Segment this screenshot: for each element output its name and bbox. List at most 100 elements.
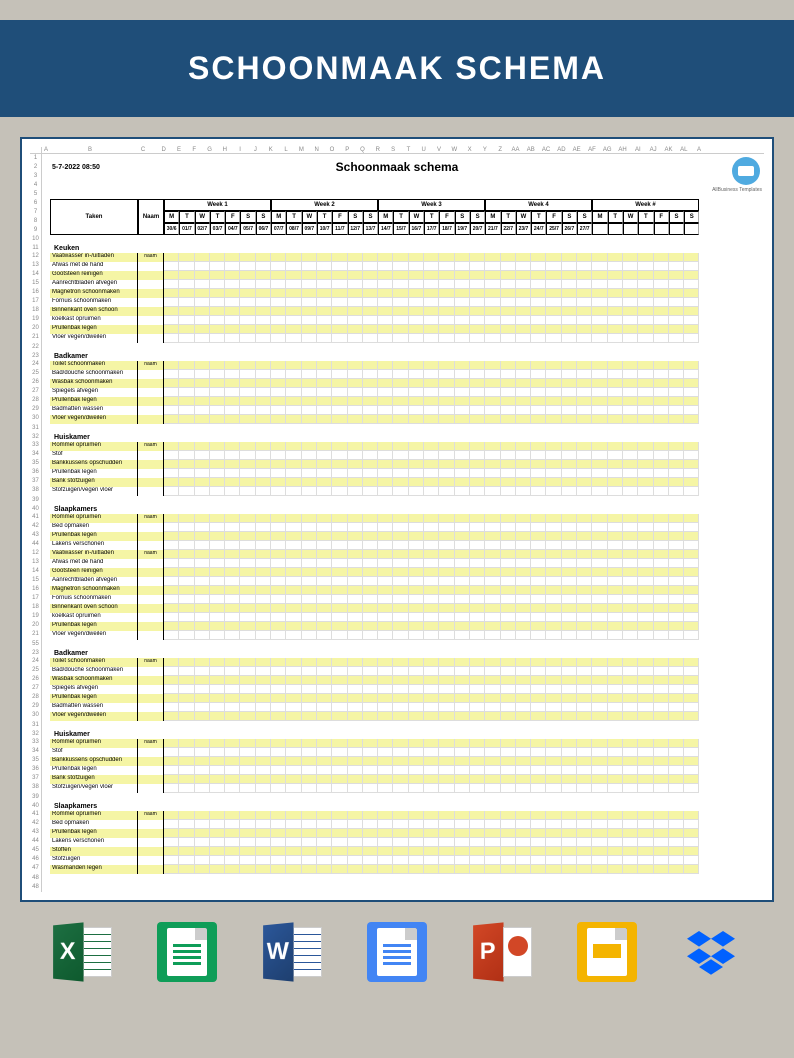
day-cell[interactable]	[501, 460, 516, 469]
day-cell[interactable]	[470, 442, 485, 451]
day-cell[interactable]	[317, 451, 332, 460]
day-cell[interactable]	[562, 820, 577, 829]
day-cell[interactable]	[348, 397, 363, 406]
day-cell[interactable]	[669, 523, 684, 532]
day-cell[interactable]	[378, 766, 393, 775]
day-cell[interactable]	[164, 775, 179, 784]
day-cell[interactable]	[393, 514, 408, 523]
day-cell[interactable]	[669, 622, 684, 631]
day-cell[interactable]	[409, 316, 424, 325]
day-cell[interactable]	[164, 604, 179, 613]
day-cell[interactable]	[179, 775, 194, 784]
day-cell[interactable]	[164, 397, 179, 406]
day-cell[interactable]	[424, 865, 439, 874]
day-cell[interactable]	[531, 397, 546, 406]
day-cell[interactable]	[501, 820, 516, 829]
day-cell[interactable]	[577, 829, 592, 838]
day-cell[interactable]	[546, 694, 561, 703]
day-cell[interactable]	[439, 694, 454, 703]
day-cell[interactable]	[271, 586, 286, 595]
day-cell[interactable]	[195, 766, 210, 775]
day-cell[interactable]	[501, 577, 516, 586]
day-cell[interactable]	[439, 703, 454, 712]
day-cell[interactable]	[302, 469, 317, 478]
day-cell[interactable]	[684, 361, 699, 370]
day-cell[interactable]	[378, 694, 393, 703]
day-cell[interactable]	[363, 784, 378, 793]
day-cell[interactable]	[669, 397, 684, 406]
day-cell[interactable]	[516, 514, 531, 523]
day-cell[interactable]	[592, 784, 607, 793]
day-cell[interactable]	[271, 595, 286, 604]
day-cell[interactable]	[439, 271, 454, 280]
day-cell[interactable]	[179, 334, 194, 343]
day-cell[interactable]	[286, 397, 301, 406]
day-cell[interactable]	[363, 460, 378, 469]
day-cell[interactable]	[684, 478, 699, 487]
day-cell[interactable]	[195, 262, 210, 271]
day-cell[interactable]	[286, 658, 301, 667]
day-cell[interactable]	[332, 613, 347, 622]
day-cell[interactable]	[286, 379, 301, 388]
day-cell[interactable]	[164, 307, 179, 316]
day-cell[interactable]	[378, 451, 393, 460]
day-cell[interactable]	[240, 334, 255, 343]
day-cell[interactable]	[608, 334, 623, 343]
day-cell[interactable]	[256, 613, 271, 622]
day-cell[interactable]	[485, 784, 500, 793]
day-cell[interactable]	[240, 298, 255, 307]
day-cell[interactable]	[271, 676, 286, 685]
day-cell[interactable]	[485, 298, 500, 307]
day-cell[interactable]	[424, 604, 439, 613]
day-cell[interactable]	[623, 568, 638, 577]
day-cell[interactable]	[470, 775, 485, 784]
day-cell[interactable]	[592, 397, 607, 406]
day-cell[interactable]	[516, 631, 531, 640]
day-cell[interactable]	[302, 820, 317, 829]
day-cell[interactable]	[424, 541, 439, 550]
day-cell[interactable]	[485, 316, 500, 325]
day-cell[interactable]	[455, 595, 470, 604]
day-cell[interactable]	[332, 766, 347, 775]
day-cell[interactable]	[378, 469, 393, 478]
day-cell[interactable]	[348, 667, 363, 676]
day-cell[interactable]	[286, 523, 301, 532]
day-cell[interactable]	[271, 577, 286, 586]
day-cell[interactable]	[271, 253, 286, 262]
day-cell[interactable]	[424, 613, 439, 622]
day-cell[interactable]	[302, 757, 317, 766]
day-cell[interactable]	[424, 631, 439, 640]
day-cell[interactable]	[240, 379, 255, 388]
day-cell[interactable]	[684, 523, 699, 532]
day-cell[interactable]	[623, 271, 638, 280]
day-cell[interactable]	[195, 856, 210, 865]
day-cell[interactable]	[363, 478, 378, 487]
day-cell[interactable]	[240, 271, 255, 280]
day-cell[interactable]	[654, 514, 669, 523]
day-cell[interactable]	[501, 379, 516, 388]
day-cell[interactable]	[225, 550, 240, 559]
day-cell[interactable]	[393, 739, 408, 748]
day-cell[interactable]	[638, 685, 653, 694]
day-cell[interactable]	[179, 568, 194, 577]
day-cell[interactable]	[638, 316, 653, 325]
day-cell[interactable]	[302, 370, 317, 379]
day-cell[interactable]	[531, 559, 546, 568]
day-cell[interactable]	[393, 667, 408, 676]
day-cell[interactable]	[470, 829, 485, 838]
day-cell[interactable]	[562, 298, 577, 307]
day-cell[interactable]	[164, 622, 179, 631]
day-cell[interactable]	[439, 361, 454, 370]
day-cell[interactable]	[684, 262, 699, 271]
day-cell[interactable]	[501, 694, 516, 703]
day-cell[interactable]	[546, 469, 561, 478]
day-cell[interactable]	[225, 307, 240, 316]
day-cell[interactable]	[378, 586, 393, 595]
day-cell[interactable]	[240, 829, 255, 838]
day-cell[interactable]	[271, 775, 286, 784]
day-cell[interactable]	[546, 658, 561, 667]
day-cell[interactable]	[363, 604, 378, 613]
day-cell[interactable]	[439, 568, 454, 577]
day-cell[interactable]	[363, 397, 378, 406]
day-cell[interactable]	[256, 487, 271, 496]
